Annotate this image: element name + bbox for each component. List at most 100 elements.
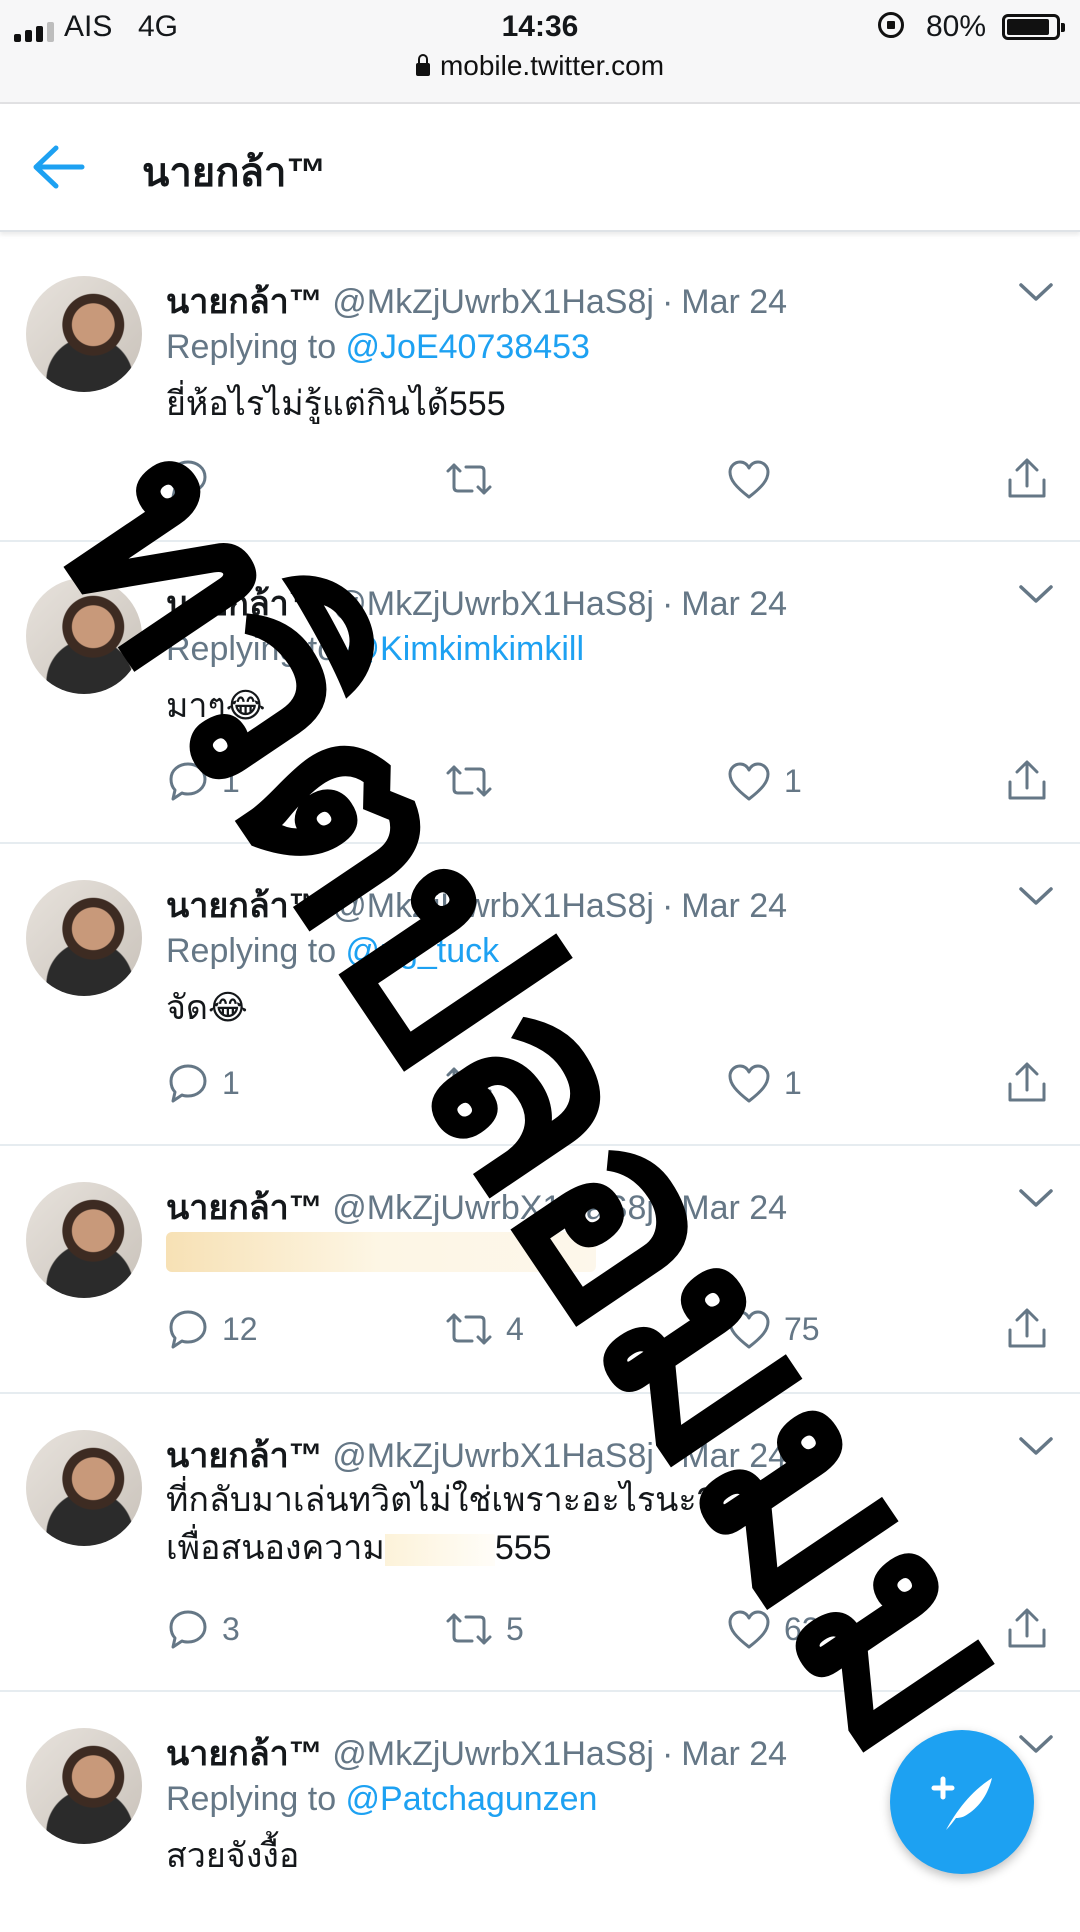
chevron-down-icon[interactable] <box>1018 582 1054 606</box>
reply-icon <box>166 1061 210 1105</box>
compose-tweet-button[interactable] <box>890 1730 1034 1874</box>
replying-to: Replying to @JoE40738453 <box>166 328 590 367</box>
author-name[interactable]: นายกล้า™ <box>166 887 323 925</box>
reply-icon <box>166 759 210 803</box>
chevron-down-icon[interactable] <box>1018 1434 1054 1458</box>
like-count: 1 <box>784 1064 802 1101</box>
reply-to-link[interactable]: @Kimkimkimkill <box>346 630 584 668</box>
share-button[interactable] <box>1004 1058 1050 1108</box>
reply-button[interactable]: 1 <box>166 756 240 806</box>
replying-to-label: Replying to <box>166 932 346 970</box>
retweet-button[interactable]: 5 <box>444 1604 524 1654</box>
reply-to-link[interactable]: @pg_tuck <box>346 932 500 970</box>
retweet-button[interactable] <box>444 454 506 504</box>
author-name[interactable]: นายกล้า™ <box>166 283 323 321</box>
tweet-date[interactable]: Mar 24 <box>681 1189 787 1227</box>
retweet-icon <box>444 457 494 501</box>
author-handle[interactable]: @MkZjUwrbX1HaS8j <box>332 1437 654 1475</box>
avatar[interactable] <box>26 1430 142 1546</box>
tweet-header: นายกล้า™ @MkZjUwrbX1HaS8j · Mar 24 <box>166 1428 1060 1475</box>
chevron-down-icon[interactable] <box>1018 1186 1054 1210</box>
avatar[interactable] <box>26 880 142 996</box>
replying-to: Replying to @Patchagunzen <box>166 1780 597 1819</box>
like-count: 1 <box>784 762 802 799</box>
reply-to-link[interactable]: @JoE40738453 <box>346 328 590 366</box>
author-name[interactable]: นายกล้า™ <box>166 1189 323 1227</box>
replying-to-label: Replying to <box>166 630 346 668</box>
share-button[interactable] <box>1004 1604 1050 1654</box>
tweet[interactable]: นายกล้า™ @MkZjUwrbX1HaS8j · Mar 24 Replyin… <box>0 844 1080 1146</box>
rotation-lock-icon <box>878 12 904 38</box>
like-button[interactable]: 1 <box>726 756 802 806</box>
reply-count: 1 <box>222 1064 240 1101</box>
share-icon <box>1004 758 1050 804</box>
tweet-text: ยี่ห้อไรไม่รู้แต่กินได้555 <box>166 385 506 423</box>
like-button[interactable]: 62 <box>726 1604 820 1654</box>
share-button[interactable] <box>1004 756 1050 806</box>
author-name[interactable]: นายกล้า™ <box>166 585 323 623</box>
tweet-date[interactable]: Mar 24 <box>681 887 787 925</box>
tweet[interactable]: นายกล้า™ @MkZjUwrbX1HaS8j · Mar 24 12 4 75 <box>0 1146 1080 1394</box>
retweet-button[interactable] <box>444 756 506 806</box>
tweet-date[interactable]: Mar 24 <box>681 1735 787 1773</box>
reply-button[interactable] <box>166 454 222 504</box>
author-handle[interactable]: @MkZjUwrbX1HaS8j <box>332 585 654 623</box>
url-text: mobile.twitter.com <box>439 50 665 81</box>
author-name[interactable]: นายกล้า™ <box>166 1437 323 1475</box>
reply-count: 12 <box>222 1310 258 1347</box>
reply-button[interactable]: 3 <box>166 1604 240 1654</box>
like-button[interactable]: 75 <box>726 1304 820 1354</box>
tweet-date[interactable]: Mar 24 <box>681 1437 787 1475</box>
browser-status-bar: AIS 4G 14:36 80% mobile.twitter.com <box>0 0 1080 104</box>
chevron-down-icon[interactable] <box>1018 884 1054 908</box>
share-button[interactable] <box>1004 1304 1050 1354</box>
like-button[interactable]: 1 <box>726 1058 802 1108</box>
tweet[interactable]: นายกล้า™ @MkZjUwrbX1HaS8j · Mar 24 ที่กลับ… <box>0 1394 1080 1692</box>
profile-header: นายกล้า™ <box>0 104 1080 232</box>
avatar[interactable] <box>26 1728 142 1844</box>
back-arrow-icon[interactable] <box>30 142 90 192</box>
author-handle[interactable]: @MkZjUwrbX1HaS8j <box>332 283 654 321</box>
heart-icon <box>726 1061 772 1105</box>
author-handle[interactable]: @MkZjUwrbX1HaS8j <box>332 1189 654 1227</box>
tweet-actions: 12 4 75 <box>166 1304 1066 1354</box>
replying-to-label: Replying to <box>166 328 346 366</box>
author-name[interactable]: นายกล้า™ <box>166 1735 323 1773</box>
reply-to-link[interactable]: @Patchagunzen <box>346 1780 598 1818</box>
address-bar[interactable]: mobile.twitter.com <box>0 50 1080 82</box>
author-handle[interactable]: @MkZjUwrbX1HaS8j <box>332 887 654 925</box>
retweet-button[interactable] <box>444 1058 506 1108</box>
retweet-icon <box>444 759 494 803</box>
tweet[interactable]: นายกล้า™ @MkZjUwrbX1HaS8j · Mar 24 Replyin… <box>0 240 1080 542</box>
share-icon <box>1004 1306 1050 1352</box>
heart-icon <box>726 457 772 501</box>
replying-to-label: Replying to <box>166 1780 346 1818</box>
tweet-header: นายกล้า™ @MkZjUwrbX1HaS8j · Mar 24 <box>166 1180 1060 1227</box>
share-icon <box>1004 1606 1050 1652</box>
avatar[interactable] <box>26 578 142 694</box>
tweet-actions: 3 5 62 <box>166 1604 1066 1654</box>
reply-icon <box>166 457 210 501</box>
share-button[interactable] <box>1004 454 1050 504</box>
replying-to: Replying to @pg_tuck <box>166 932 499 971</box>
chevron-down-icon[interactable] <box>1018 280 1054 304</box>
separator-dot: · <box>661 1735 674 1773</box>
tweet-date[interactable]: Mar 24 <box>681 283 787 321</box>
tweet-date[interactable]: Mar 24 <box>681 585 787 623</box>
like-button[interactable] <box>726 454 784 504</box>
heart-icon <box>726 759 772 803</box>
tweet-actions <box>166 454 1066 504</box>
avatar[interactable] <box>26 1182 142 1298</box>
clock: 14:36 <box>501 10 579 43</box>
reply-button[interactable]: 1 <box>166 1058 240 1108</box>
tweet-text: จัด😂 <box>166 989 248 1027</box>
tweet-actions: 1 1 <box>166 1058 1066 1108</box>
tweet[interactable]: นายกล้า™ @MkZjUwrbX1HaS8j · Mar 24 Replyin… <box>0 542 1080 844</box>
retweet-icon <box>444 1607 494 1651</box>
retweet-button[interactable]: 4 <box>444 1304 524 1354</box>
avatar[interactable] <box>26 276 142 392</box>
reply-button[interactable]: 12 <box>166 1304 258 1354</box>
author-handle[interactable]: @MkZjUwrbX1HaS8j <box>332 1735 654 1773</box>
tweet-feed: นายกล้า™ @MkZjUwrbX1HaS8j · Mar 24 Replyin… <box>0 240 1080 1932</box>
separator-dot: · <box>661 283 674 321</box>
